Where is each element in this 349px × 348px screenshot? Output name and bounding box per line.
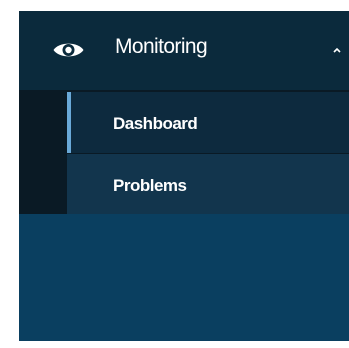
monitoring-submenu: Dashboard Problems <box>19 90 349 214</box>
submenu-item-problems[interactable]: Problems <box>67 154 349 214</box>
submenu-item-label: Dashboard <box>113 114 198 133</box>
menu-title: Monitoring <box>115 35 208 58</box>
sidebar: Monitoring Dashboard Problems <box>19 11 349 341</box>
submenu-item-dashboard[interactable]: Dashboard <box>67 92 349 153</box>
submenu-item-label: Problems <box>113 176 187 195</box>
eye-icon <box>53 43 84 57</box>
monitoring-menu-toggle[interactable]: Monitoring <box>19 11 349 90</box>
screenshot-frame: Monitoring Dashboard Problems <box>0 0 349 348</box>
chevron-up-icon <box>333 47 341 53</box>
active-indicator <box>67 92 71 153</box>
